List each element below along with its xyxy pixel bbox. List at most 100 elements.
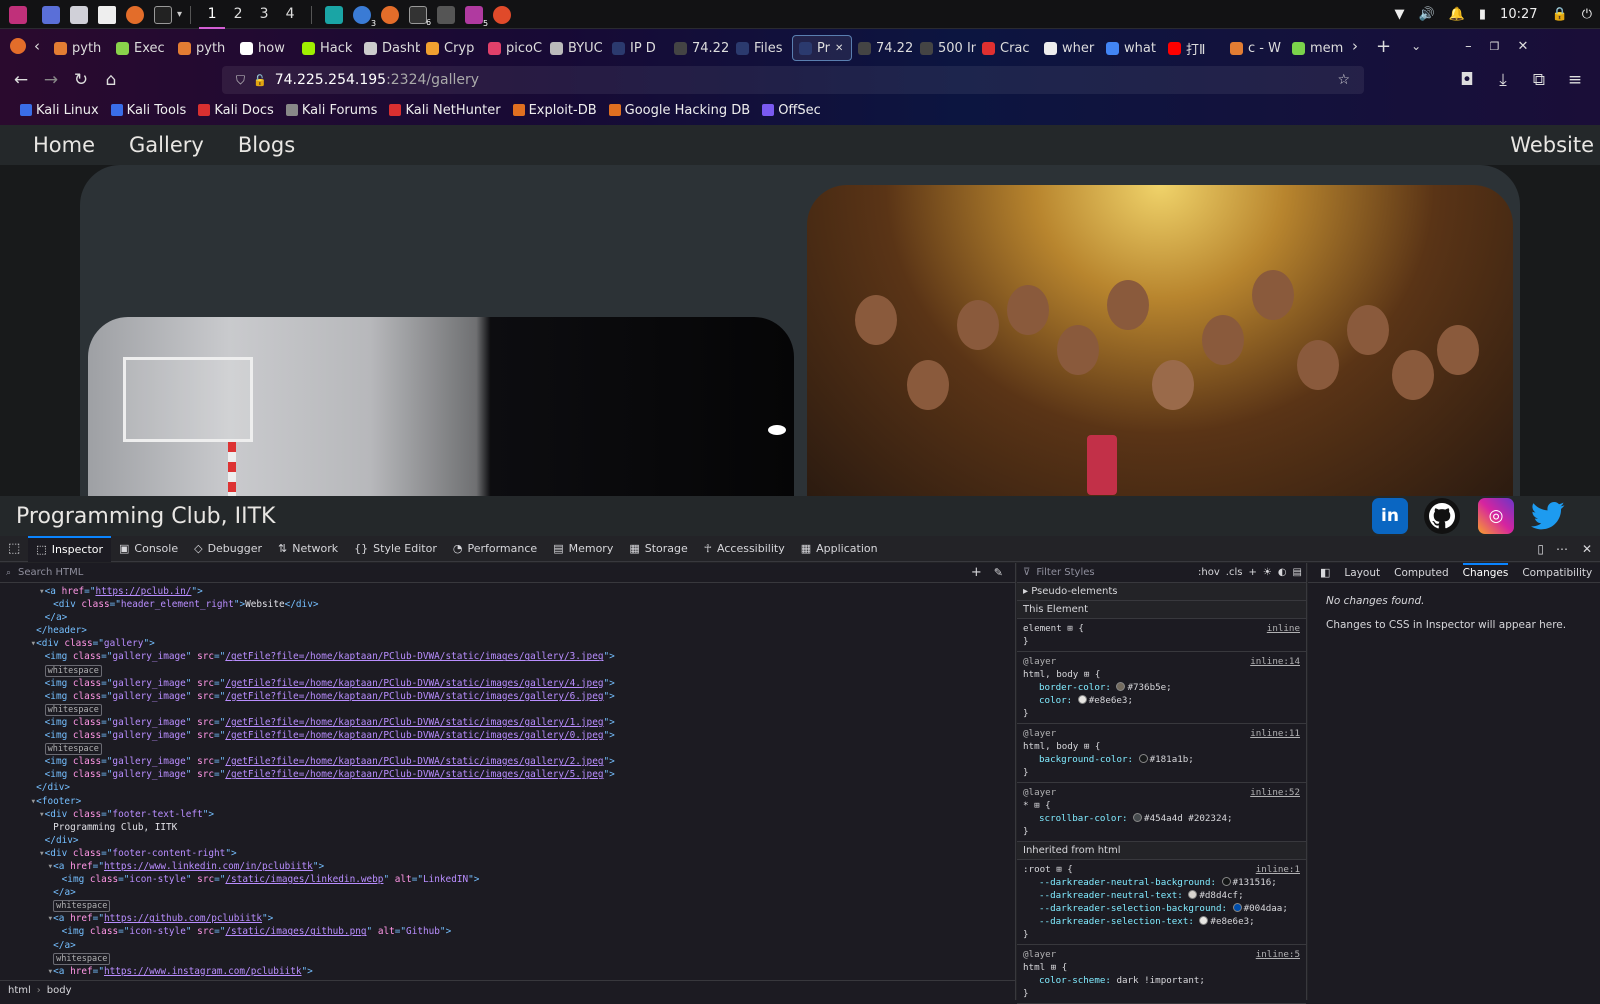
color-swatch-icon[interactable]	[1188, 890, 1198, 899]
whitespace-badge[interactable]: whitespace	[44, 703, 102, 716]
devtools-tab-console[interactable]: ▣ Console	[111, 536, 186, 562]
css-rule[interactable]: inline element ⊞ {}	[1017, 619, 1306, 652]
rule-source-link[interactable]: inline:52	[1250, 786, 1300, 799]
color-swatch-icon[interactable]	[1232, 903, 1242, 912]
markup-token[interactable]: /getFile?file=/home/kaptaan/PClub-DVWA/s…	[225, 756, 603, 767]
markup-line[interactable]: whitespace	[0, 952, 615, 965]
markup-line[interactable]: ▾<div class="footer-text-left">	[0, 808, 615, 821]
clock[interactable]: 10:27	[1500, 7, 1537, 22]
devtools-tab-style-editor[interactable]: {} Style Editor	[346, 536, 445, 562]
markup-line[interactable]: ▾<a href="https://www.linkedin.com/in/pc…	[0, 860, 615, 873]
notification-bell-icon[interactable]: 🔔	[1449, 7, 1465, 22]
bookmark-item[interactable]: OffSec	[762, 103, 821, 118]
kali-menu-icon[interactable]	[9, 5, 27, 24]
browser-tab[interactable]: 打Ⅱ	[1162, 35, 1224, 61]
markup-line[interactable]: <img class="icon-style" src="/static/ima…	[0, 873, 615, 886]
markup-line[interactable]: <img class="gallery_image" src="/getFile…	[0, 650, 615, 663]
nav-gallery-link[interactable]: Gallery	[129, 133, 204, 157]
workspace-2[interactable]: 2	[225, 0, 251, 29]
browser-tab[interactable]: Crac	[976, 35, 1038, 61]
markup-token[interactable]: https://github.com/pclubiitk	[104, 913, 262, 924]
css-declaration[interactable]: color: #e8e6e3;	[1023, 694, 1300, 707]
firefox-icon[interactable]	[126, 5, 144, 24]
scroll-tabs-right-icon[interactable]: ›	[1352, 37, 1358, 55]
power-icon[interactable]: ⏻	[1582, 7, 1592, 22]
maximize-window-icon[interactable]: ❐	[1490, 40, 1500, 53]
forward-button[interactable]: →	[36, 65, 66, 95]
scroll-tabs-left-icon[interactable]: ‹	[34, 37, 40, 55]
back-button[interactable]: ←	[6, 65, 36, 95]
markup-line[interactable]: Programming Club, IITK	[0, 821, 615, 834]
nav-website-link[interactable]: Website	[1510, 133, 1594, 157]
browser-tab[interactable]: 500 Inte	[914, 35, 976, 61]
devtools-tab-memory[interactable]: ▤ Memory	[545, 536, 621, 562]
cls-toggle[interactable]: .cls	[1226, 567, 1243, 578]
shield-icon[interactable]: ⛉	[236, 73, 245, 88]
firefox-view-icon[interactable]	[10, 38, 26, 54]
markup-line[interactable]: </a>	[0, 939, 615, 952]
markup-token[interactable]: https://pclub.in/	[95, 586, 191, 597]
lock-icon[interactable]: 🔓	[253, 74, 267, 87]
rule-source-link[interactable]: inline:5	[1256, 948, 1300, 961]
battery-icon[interactable]: ▮	[1479, 7, 1486, 22]
desktop-icon[interactable]	[42, 5, 60, 24]
tab-computed[interactable]: Computed	[1394, 567, 1449, 579]
devtools-tab-debugger[interactable]: ◇ Debugger	[186, 536, 270, 562]
markup-line[interactable]: </header>	[0, 624, 615, 637]
twitter-icon[interactable]	[1530, 498, 1566, 534]
markup-line[interactable]: </div>	[0, 834, 615, 847]
chrome-icon[interactable]	[493, 5, 512, 24]
markup-token[interactable]: https://www.instagram.com/pclubiitk	[104, 966, 302, 977]
tab-layout[interactable]: Layout	[1344, 567, 1380, 579]
css-rule[interactable]: inline:5 @layer html ⊞ {color-scheme: dark…	[1017, 945, 1306, 1004]
nav-home-link[interactable]: Home	[33, 133, 95, 157]
markup-token[interactable]: /getFile?file=/home/kaptaan/PClub-DVWA/s…	[225, 717, 603, 728]
rule-source-link[interactable]: inline	[1267, 622, 1300, 635]
tab-compatibility[interactable]: Compatibility	[1522, 567, 1592, 579]
terminal-running-icon[interactable]: 6	[409, 5, 431, 27]
markup-token[interactable]: /getFile?file=/home/kaptaan/PClub-DVWA/s…	[225, 678, 603, 689]
print-media-icon[interactable]: ▤	[1293, 567, 1302, 578]
markup-line[interactable]: <img class="gallery_image" src="/getFile…	[0, 716, 615, 729]
markup-token[interactable]: /getFile?file=/home/kaptaan/PClub-DVWA/s…	[225, 651, 603, 662]
close-window-icon[interactable]: ✕	[1518, 39, 1529, 54]
color-swatch-icon[interactable]	[1116, 682, 1126, 691]
css-declaration[interactable]: --darkreader-selection-background: #004d…	[1023, 902, 1300, 915]
browser-tab[interactable]: 74.225.2	[668, 35, 730, 61]
bookmark-item[interactable]: Kali Tools	[110, 103, 186, 118]
terminal-icon[interactable]	[154, 5, 172, 24]
devtools-tab-performance[interactable]: ◔ Performance	[445, 536, 545, 562]
whitespace-badge[interactable]: whitespace	[53, 952, 111, 965]
app-icon-purple[interactable]: 5	[465, 5, 488, 28]
instagram-icon[interactable]: ◎	[1478, 498, 1514, 534]
css-declaration[interactable]: background-color: #181a1b;	[1023, 753, 1300, 766]
dark-scheme-icon[interactable]: ◐	[1278, 567, 1287, 578]
rule-source-link[interactable]: inline:11	[1250, 727, 1300, 740]
browser-tab[interactable]: Pr ✕	[792, 35, 852, 61]
dock-side-icon[interactable]: ▯	[1531, 542, 1550, 556]
gallery-image-basketball-hoop[interactable]	[88, 317, 794, 517]
css-declaration[interactable]: scrollbar-color: #454a4d #202324;	[1023, 812, 1300, 825]
browser-tab[interactable]: BYUC	[544, 35, 606, 61]
chevron-down-icon[interactable]: ▾	[177, 9, 182, 20]
browser-tab[interactable]: wher	[1038, 35, 1100, 61]
markup-token[interactable]: /getFile?file=/home/kaptaan/PClub-DVWA/s…	[225, 730, 603, 741]
browser-tab[interactable]: mem	[1286, 35, 1348, 61]
markup-line[interactable]: <div class="header_element_right">Websit…	[0, 598, 615, 611]
whitespace-badge[interactable]: whitespace	[44, 743, 102, 756]
browser-tab[interactable]: Files	[730, 35, 792, 61]
tab-changes[interactable]: Changes	[1462, 562, 1509, 583]
markup-line[interactable]: ▾<div class="gallery">	[0, 637, 615, 650]
add-rule-icon[interactable]: +	[1248, 567, 1256, 578]
breadcrumb-html[interactable]: html	[8, 985, 31, 996]
add-node-icon[interactable]: +	[971, 565, 982, 580]
gallery-image-group-photo[interactable]	[807, 185, 1513, 505]
browser-tab[interactable]: 74.225.2	[852, 35, 914, 61]
app-icon-teal[interactable]	[325, 5, 344, 24]
markup-line[interactable]: <img class="gallery_image" src="/getFile…	[0, 690, 615, 703]
devtools-tab-application[interactable]: ▦ Application	[793, 536, 886, 562]
devtools-tab-inspector[interactable]: ⬚ Inspector	[28, 535, 112, 562]
browser-tab[interactable]: IP D	[606, 35, 668, 61]
home-button[interactable]: ⌂	[96, 65, 126, 95]
whitespace-badge[interactable]: whitespace	[53, 900, 111, 913]
